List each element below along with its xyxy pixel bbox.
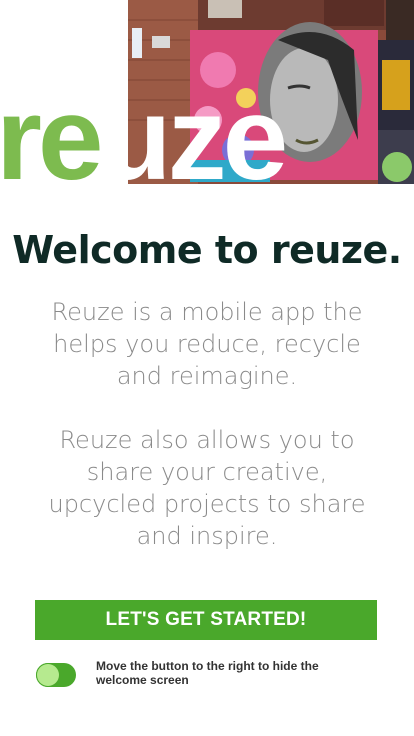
sharing-paragraph: Reuze also allows you to share your crea… bbox=[48, 426, 366, 550]
welcome-title: Welcome to reuze. bbox=[12, 228, 402, 272]
hide-welcome-toggle[interactable] bbox=[36, 663, 76, 687]
get-started-button[interactable]: LET'S GET STARTED! bbox=[35, 600, 377, 640]
reuze-logo: reuze bbox=[0, 80, 288, 198]
intro-paragraph: Reuze is a mobile app the helps you redu… bbox=[51, 298, 363, 390]
toggle-knob[interactable] bbox=[37, 664, 59, 686]
hero-header: reuze bbox=[0, 0, 414, 198]
logo-text-re: re bbox=[0, 73, 104, 205]
logo-text-uze: uze bbox=[99, 73, 289, 205]
logo-dot-icon bbox=[382, 152, 412, 182]
toggle-label: Move the button to the right to hide the… bbox=[96, 659, 319, 687]
